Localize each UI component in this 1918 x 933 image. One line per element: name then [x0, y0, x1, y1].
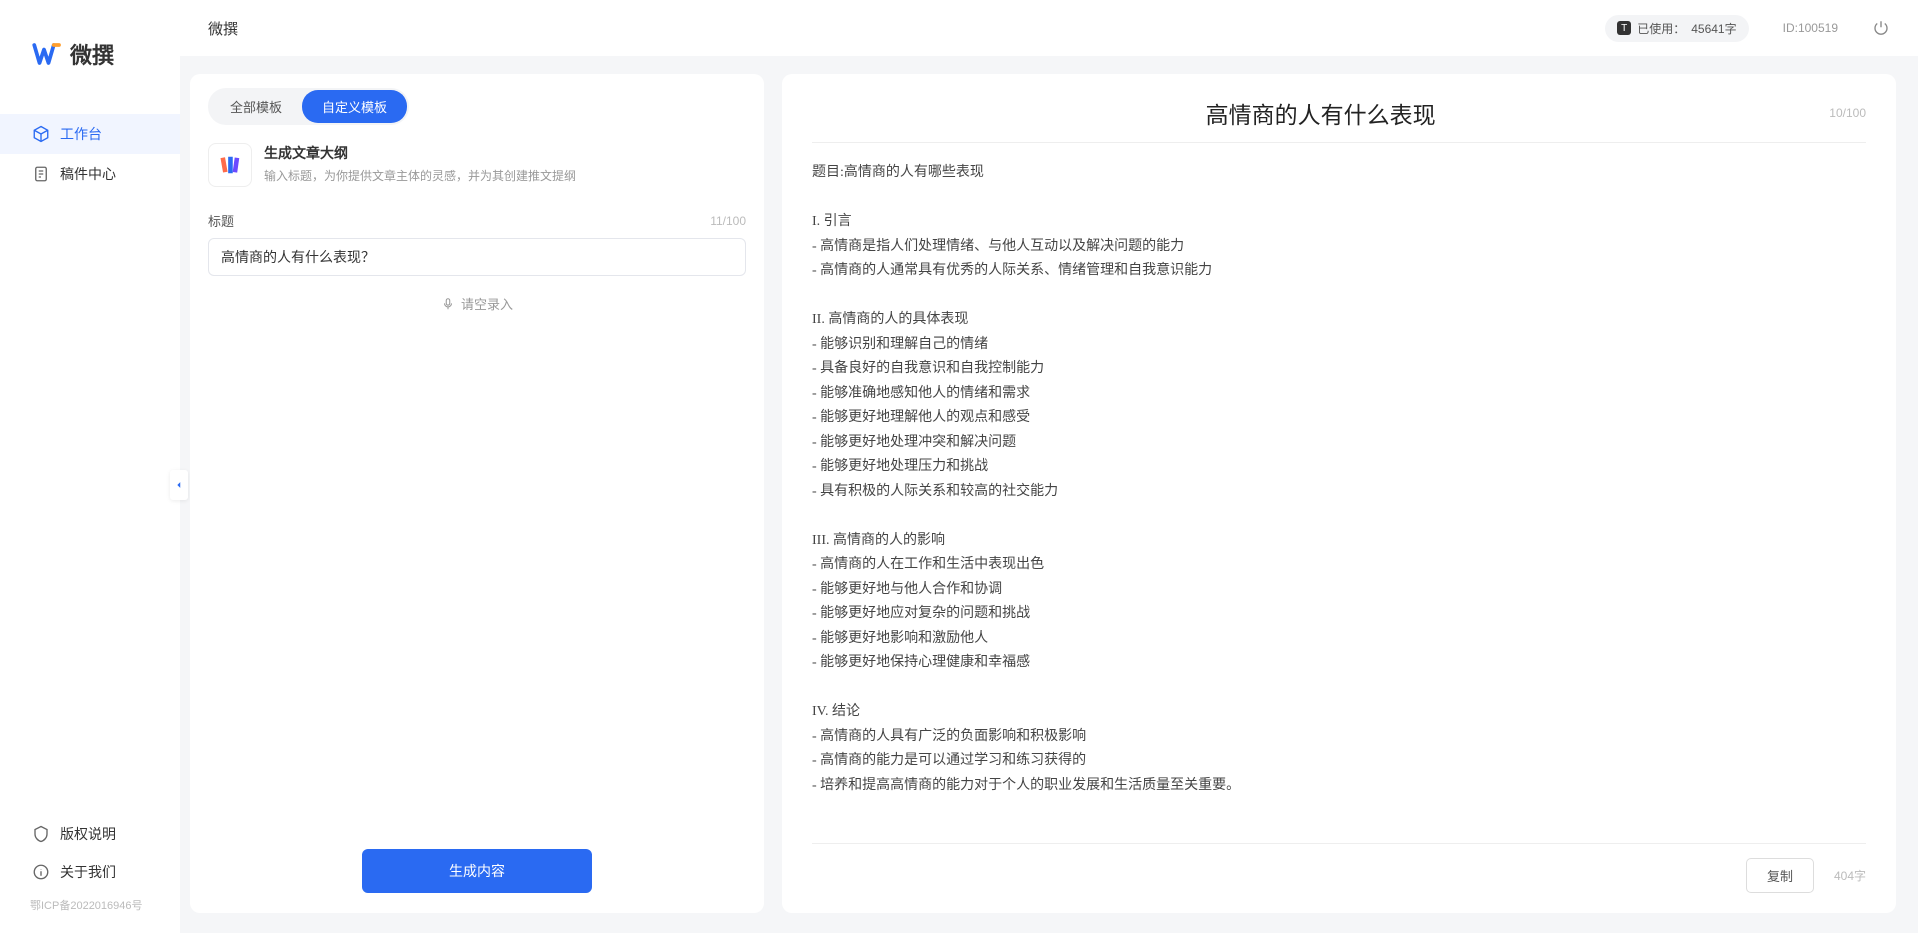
sidebar: 微撰 工作台 稿件中心 版权说明 [0, 0, 180, 933]
user-id-value: 100519 [1798, 21, 1838, 35]
output-body[interactable]: 题目:高情商的人有哪些表现 I. 引言 - 高情商是指人们处理情绪、与他人互动以… [812, 161, 1866, 833]
template-title: 生成文章大纲 [264, 143, 576, 163]
nav-item-drafts[interactable]: 稿件中心 [0, 154, 180, 194]
user-id-label: ID: [1783, 21, 1798, 35]
template-header: 生成文章大纲 输入标题，为你提供文章主体的灵感，并为其创建推文提纲 [208, 143, 746, 187]
voice-input-hint[interactable]: 请空录入 [208, 294, 746, 313]
nav-item-label: 工作台 [60, 124, 102, 144]
nav-item-label: 稿件中心 [60, 164, 116, 184]
user-id: ID:100519 [1783, 21, 1838, 35]
field-label-title: 标题 [208, 211, 234, 230]
title-input[interactable] [208, 238, 746, 276]
usage-label: 已使用： [1637, 20, 1685, 37]
tab-custom-templates[interactable]: 自定义模板 [302, 90, 407, 123]
document-icon [32, 165, 50, 183]
template-desc: 输入标题，为你提供文章主体的灵感，并为其创建推文提纲 [264, 167, 576, 184]
sidebar-bottom-label: 版权说明 [60, 824, 116, 844]
topbar: 微撰 T 已使用： 45641字 ID:100519 [180, 0, 1918, 56]
main-area: 微撰 T 已使用： 45641字 ID:100519 全部模板 自定义模 [180, 0, 1918, 933]
nav-item-workspace[interactable]: 工作台 [0, 114, 180, 154]
template-tabs: 全部模板 自定义模板 [208, 88, 409, 125]
output-word-count: 404字 [1834, 867, 1866, 884]
topbar-title: 微撰 [208, 18, 238, 39]
info-icon [32, 863, 50, 881]
microphone-icon [441, 297, 455, 311]
output-title-counter: 10/100 [1829, 106, 1866, 120]
power-icon [1872, 19, 1890, 37]
logo-icon [32, 39, 62, 69]
output-panel: 高情商的人有什么表现 10/100 题目:高情商的人有哪些表现 I. 引言 - … [782, 74, 1896, 913]
sidebar-bottom: 版权说明 关于我们 鄂ICP备2022016946号 [0, 815, 180, 933]
sidebar-nav: 工作台 稿件中心 [0, 106, 180, 815]
field-counter: 11/100 [710, 214, 746, 228]
generate-button[interactable]: 生成内容 [362, 849, 592, 893]
sidebar-bottom-label: 关于我们 [60, 862, 116, 882]
copy-button[interactable]: 复制 [1746, 858, 1814, 893]
usage-pill[interactable]: T 已使用： 45641字 [1605, 15, 1748, 42]
sidebar-about[interactable]: 关于我们 [0, 853, 180, 891]
usage-badge-icon: T [1617, 21, 1631, 35]
output-title: 高情商的人有什么表现 [812, 96, 1829, 130]
power-button[interactable] [1872, 19, 1890, 37]
logo-text: 微撰 [70, 38, 114, 70]
shield-icon [32, 825, 50, 843]
voice-hint-text: 请空录入 [461, 294, 513, 313]
tab-all-templates[interactable]: 全部模板 [210, 90, 302, 123]
content: 全部模板 自定义模板 生成文章大纲 输入标题，为你提供文章主体的灵感，并为其创建… [180, 56, 1918, 933]
config-panel: 全部模板 自定义模板 生成文章大纲 输入标题，为你提供文章主体的灵感，并为其创建… [190, 74, 764, 913]
usage-value: 45641字 [1691, 20, 1736, 37]
icp-text: 鄂ICP备2022016946号 [0, 891, 180, 923]
cube-icon [32, 125, 50, 143]
logo: 微撰 [0, 0, 180, 106]
template-icon-box [208, 143, 252, 187]
books-icon [219, 154, 241, 176]
sidebar-copyright[interactable]: 版权说明 [0, 815, 180, 853]
